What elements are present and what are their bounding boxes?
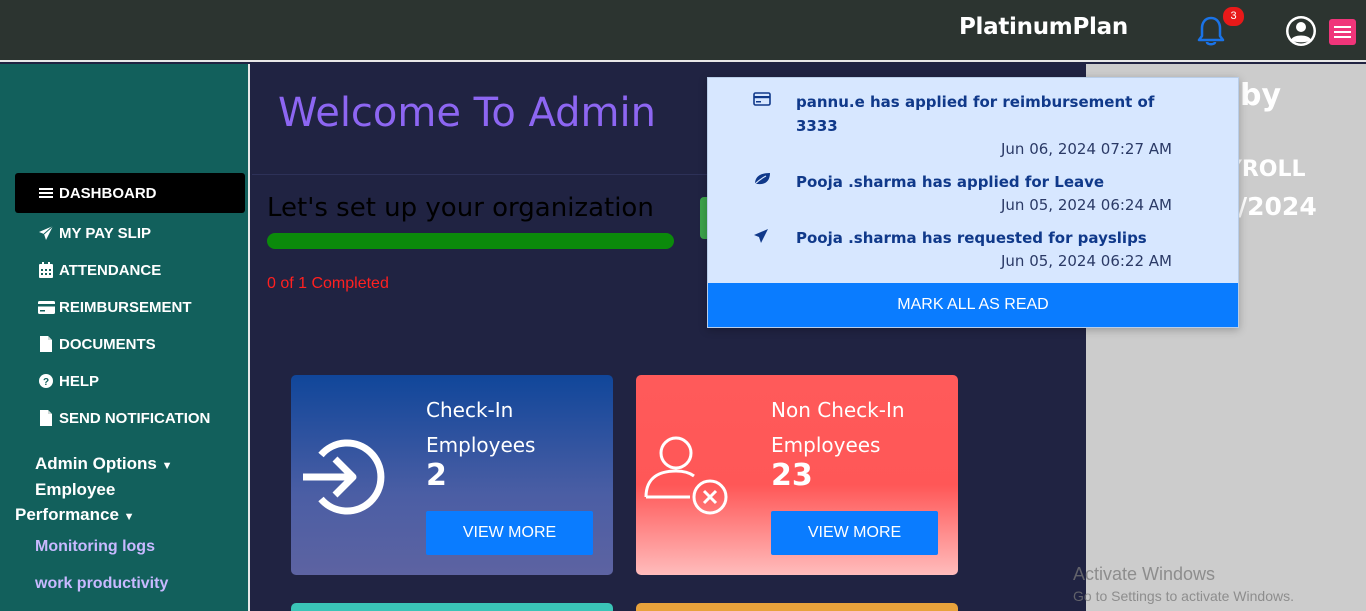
employee-performance-dropdown[interactable]: Performance ▼ (15, 505, 135, 525)
paper-plane-icon (35, 225, 57, 241)
panel-text-fragment: /2024 (1238, 192, 1317, 221)
sidebar-item-label: MY PAY SLIP (59, 224, 151, 242)
sidebar-item-reimbursement[interactable]: REIMBURSEMENT (15, 287, 245, 327)
sidebar-item-dashboard[interactable]: DASHBOARD (15, 173, 245, 213)
employee-performance-label: Performance (15, 505, 119, 524)
user-avatar-icon[interactable] (1284, 14, 1318, 48)
notifications-dropdown: pannu.e has applied for reimbursement of… (707, 77, 1239, 328)
file-icon (35, 336, 57, 352)
check-in-employees-card: Check-In Employees 2 VIEW MORE (291, 375, 613, 575)
sidebar-item-attendance[interactable]: ATTENDANCE (15, 250, 245, 290)
caret-down-icon: ▼ (123, 511, 135, 523)
sidebar-item-send-notification[interactable]: SEND NOTIFICATION (15, 398, 245, 438)
svg-text:?: ? (43, 377, 49, 388)
caret-down-icon: ▼ (161, 460, 173, 472)
setup-progress-bar (267, 233, 674, 249)
sidebar-item-label: HELP (59, 372, 100, 390)
windows-activation-watermark: Activate Windows (1073, 564, 1216, 584)
notification-count-badge: 3 (1223, 7, 1244, 26)
monitoring-logs-link[interactable]: Monitoring logs (35, 538, 155, 556)
card-count: 23 (771, 458, 813, 493)
calendar-icon (35, 262, 57, 278)
notification-text: Pooja .sharma has requested for payslips (796, 229, 1147, 247)
brand-name: PlatinumPlan (959, 14, 1128, 40)
card-title: Check-In Employees (426, 393, 535, 463)
credit-card-icon (35, 300, 57, 314)
user-times-icon (644, 433, 730, 522)
view-more-button[interactable]: VIEW MORE (771, 511, 938, 555)
card-title-line: Non Check-In (771, 398, 905, 422)
sidebar-item-help[interactable]: ? HELP (15, 361, 245, 401)
page-title: Welcome To Admin (278, 90, 656, 136)
paper-plane-icon (753, 228, 769, 249)
notification-text: Pooja .sharma has applied for Leave (796, 173, 1105, 191)
leaf-icon (753, 172, 771, 191)
admin-options-label: Admin Options (35, 454, 157, 473)
card-title-line: Check-In (426, 398, 514, 422)
non-check-in-employees-card: Non Check-In Employees 23 VIEW MORE (636, 375, 958, 575)
question-circle-icon: ? (35, 374, 57, 388)
view-more-button[interactable]: VIEW MORE (426, 511, 593, 555)
windows-activation-watermark-subtext: Go to Settings to activate Windows. (1073, 588, 1294, 604)
stat-card (291, 603, 613, 611)
notification-text: pannu.e has applied for reimbursement of… (796, 93, 1155, 135)
panel-text-fragment: by (1240, 78, 1282, 113)
sidebar-item-documents[interactable]: DOCUMENTS (15, 324, 245, 364)
top-bar: PlatinumPlan 3 (0, 0, 1366, 62)
work-productivity-link[interactable]: work productivity (35, 575, 168, 593)
employee-performance-label-line1[interactable]: Employee (35, 480, 115, 500)
setup-title: Let's set up your organization (267, 193, 654, 223)
file-icon (35, 410, 57, 426)
stat-card (636, 603, 958, 611)
sidebar-item-label: SEND NOTIFICATION (59, 409, 211, 427)
sidebar-item-label: DASHBOARD (59, 184, 157, 202)
sidebar: DASHBOARD MY PAY SLIP ATTENDANCE REIMBUR… (0, 64, 250, 611)
bars-icon (35, 187, 57, 199)
credit-card-icon (753, 92, 771, 111)
admin-options-dropdown[interactable]: Admin Options ▼ (35, 454, 172, 474)
sign-in-icon (299, 437, 385, 522)
hamburger-menu-button[interactable] (1329, 19, 1356, 45)
sidebar-item-label: ATTENDANCE (59, 261, 162, 279)
notification-bell-icon[interactable] (1196, 15, 1226, 47)
sidebar-item-my-pay-slip[interactable]: MY PAY SLIP (15, 213, 245, 253)
setup-completed-status: 0 of 1 Completed (267, 275, 389, 292)
sidebar-item-label: REIMBURSEMENT (59, 298, 192, 316)
notification-time: Jun 05, 2024 06:24 AM (1001, 196, 1172, 214)
mark-all-read-button[interactable]: MARK ALL AS READ (708, 283, 1238, 327)
card-title: Non Check-In Employees (771, 393, 905, 463)
notification-time: Jun 06, 2024 07:27 AM (1001, 140, 1172, 158)
card-count: 2 (426, 458, 447, 493)
sidebar-item-label: DOCUMENTS (59, 335, 156, 353)
notification-time: Jun 05, 2024 06:22 AM (1001, 252, 1172, 270)
